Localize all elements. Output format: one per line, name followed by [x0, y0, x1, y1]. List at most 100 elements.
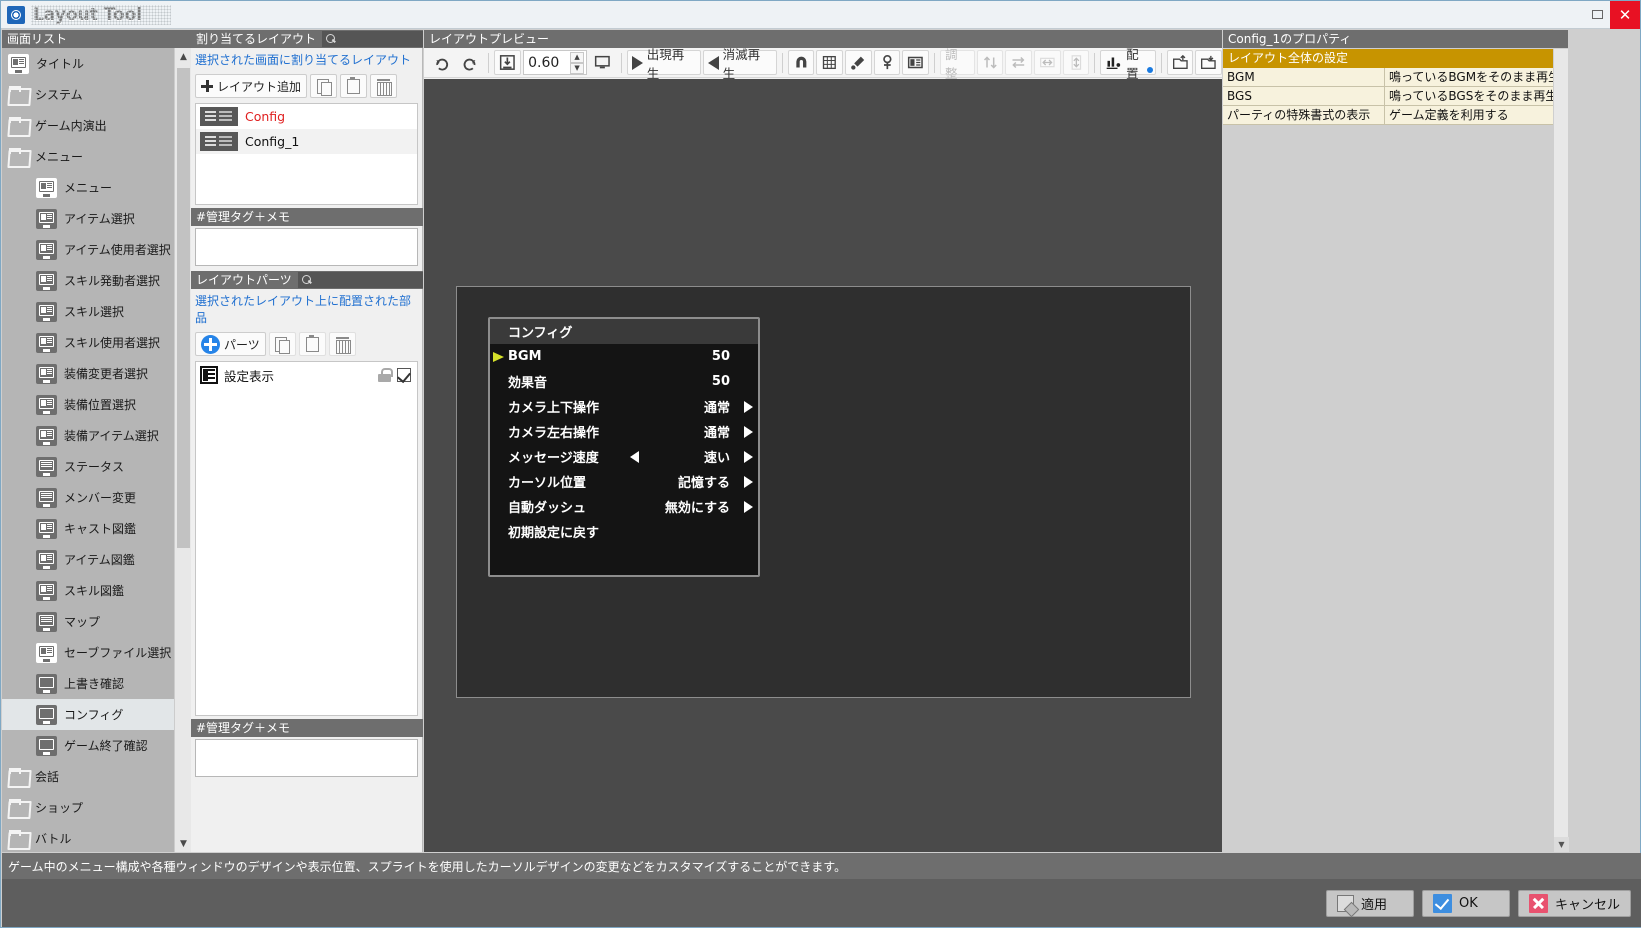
arrange-button[interactable]: 配置 [1100, 47, 1156, 81]
magnet-icon[interactable] [787, 50, 815, 75]
config-option-row[interactable]: カメラ上下操作 通常 [490, 394, 758, 419]
sidebar-item-9[interactable]: スキル使用者選択 [2, 327, 174, 358]
right-arrow-icon[interactable] [744, 475, 753, 488]
maximize-icon[interactable] [1584, 2, 1610, 28]
sidebar-item-1[interactable]: システム [2, 79, 174, 110]
sidebar-item-5[interactable]: アイテム選択 [2, 203, 174, 234]
sidebar-item-18[interactable]: マップ [2, 606, 174, 637]
fit-to-screen-icon[interactable] [494, 50, 522, 75]
properties-table[interactable]: BGM鳴っているBGMをそのまま再生するBGS鳴っているBGSをそのまま再生する… [1223, 68, 1553, 125]
sidebar-item-19[interactable]: セーブファイル選択 [2, 637, 174, 668]
chevron-down-icon[interactable]: ▼ [1554, 837, 1569, 852]
sidebar-item-3[interactable]: メニュー [2, 141, 174, 172]
chevron-up-icon[interactable]: ▲ [175, 48, 192, 65]
screen-list-scrollbar[interactable]: ▲ ▼ [174, 48, 192, 852]
sidebar-item-17[interactable]: スキル図鑑 [2, 575, 174, 606]
spin-down-icon[interactable]: ▼ [570, 62, 585, 74]
assign-layout-list[interactable]: Config Config_1 [195, 103, 418, 205]
config-option-row[interactable]: 自動ダッシュ 無効にする [490, 494, 758, 519]
checkbox-icon[interactable] [397, 368, 411, 382]
cancel-button[interactable]: キャンセル [1517, 889, 1631, 917]
add-part-button[interactable]: パーツ [195, 332, 266, 356]
pin-icon[interactable] [873, 50, 901, 75]
eyedropper-icon[interactable] [844, 50, 872, 75]
screen-list[interactable]: タイトル システム ゲーム内演出 メニュー メニュー アイテム選択 アイテム使用者選択 スキル… [2, 48, 174, 852]
sidebar-item-13[interactable]: ステータス [2, 451, 174, 482]
copy-layout-button[interactable] [310, 74, 338, 98]
appear-play-button[interactable]: 出現再生 [626, 47, 701, 81]
layout-parts-search-input[interactable] [297, 272, 423, 288]
sidebar-item-2[interactable]: ゲーム内演出 [2, 110, 174, 141]
import-image-icon[interactable] [1166, 50, 1194, 75]
preview-canvas[interactable]: コンフィグ BGM 50 効果音 50 カメラ上下操作 通常 カメラ左右操作 通常 メッセージ速… [424, 79, 1222, 852]
config-option-row[interactable]: カメラ左右操作 通常 [490, 419, 758, 444]
config-option-list[interactable]: BGM 50 効果音 50 カメラ上下操作 通常 カメラ左右操作 通常 メッセージ速度 速い カーソ… [490, 344, 758, 544]
close-icon[interactable]: ✕ [1610, 0, 1640, 29]
config-window[interactable]: コンフィグ BGM 50 効果音 50 カメラ上下操作 通常 カメラ左右操作 通常 メッセージ速… [488, 317, 760, 577]
property-row[interactable]: BGS鳴っているBGSをそのまま再生する [1223, 87, 1553, 106]
left-arrow-icon[interactable] [630, 450, 639, 463]
game-screen-area[interactable]: コンフィグ BGM 50 効果音 50 カメラ上下操作 通常 カメラ左右操作 通常 メッセージ速… [456, 286, 1191, 698]
paste-part-button[interactable] [298, 332, 326, 356]
delete-part-button[interactable] [328, 332, 356, 356]
sidebar-item-7[interactable]: スキル発動者選択 [2, 265, 174, 296]
sidebar-item-24[interactable]: ショップ [2, 792, 174, 823]
sidebar-item-25[interactable]: バトル [2, 823, 174, 852]
sidebar-item-8[interactable]: スキル選択 [2, 296, 174, 327]
layout-row[interactable]: Config_1 [196, 129, 417, 154]
apply-button[interactable]: 適用 [1325, 889, 1414, 917]
config-option-row[interactable]: カーソル位置 記憶する [490, 469, 758, 494]
grid-icon[interactable] [816, 50, 843, 75]
zoom-stepper[interactable]: ▲ ▼ [570, 51, 585, 74]
sidebar-item-14[interactable]: メンバー変更 [2, 482, 174, 513]
redo-icon[interactable] [428, 50, 455, 75]
property-row[interactable]: BGM鳴っているBGMをそのまま再生する [1223, 68, 1553, 87]
part-row[interactable]: 設定表示 [196, 362, 417, 388]
distribute-horizontal-icon[interactable] [1034, 50, 1061, 75]
sidebar-item-10[interactable]: 装備変更者選択 [2, 358, 174, 389]
config-option-row[interactable]: 効果音 50 [490, 369, 758, 394]
right-arrow-icon[interactable] [744, 500, 753, 513]
chevron-down-icon[interactable]: ▼ [175, 835, 192, 852]
sidebar-item-20[interactable]: 上書き確認 [2, 668, 174, 699]
layout-memo-input[interactable] [195, 228, 418, 266]
property-value[interactable]: 鳴っているBGSをそのまま再生する [1385, 87, 1553, 105]
parts-memo-input[interactable] [195, 739, 418, 777]
property-value[interactable]: ゲーム定義を利用する [1385, 106, 1553, 124]
lock-icon[interactable] [378, 368, 393, 382]
sidebar-item-23[interactable]: 会話 [2, 761, 174, 792]
zoom-input[interactable]: 0.60 ▲ ▼ [523, 50, 588, 75]
delete-layout-button[interactable] [370, 74, 398, 98]
property-row[interactable]: パーティの特殊書式の表示 ゲーム定義を利用する [1223, 106, 1553, 125]
add-layout-button[interactable]: レイアウト追加 [195, 74, 308, 98]
properties-scrollbar[interactable]: ▼ [1553, 49, 1569, 852]
sidebar-item-12[interactable]: 装備アイテム選択 [2, 420, 174, 451]
right-arrow-icon[interactable] [744, 450, 753, 463]
config-option-row[interactable]: BGM 50 [490, 344, 758, 369]
sidebar-item-22[interactable]: ゲーム終了確認 [2, 730, 174, 761]
align-vertical-icon[interactable] [976, 50, 1004, 75]
sidebar-item-11[interactable]: 装備位置選択 [2, 389, 174, 420]
sidebar-item-16[interactable]: アイテム図鑑 [2, 544, 174, 575]
assign-layout-search-input[interactable] [322, 31, 423, 47]
ok-button[interactable]: OK [1421, 889, 1510, 917]
right-arrow-icon[interactable] [744, 425, 753, 438]
sidebar-item-0[interactable]: タイトル [2, 48, 174, 79]
spin-up-icon[interactable]: ▲ [570, 51, 585, 63]
layout-row[interactable]: Config [196, 104, 417, 129]
copy-part-button[interactable] [268, 332, 296, 356]
config-option-row[interactable]: メッセージ速度 速い [490, 444, 758, 469]
config-option-row[interactable]: 初期設定に戻す [490, 519, 758, 544]
layout-parts-list[interactable]: 設定表示 [195, 361, 418, 716]
monitor-icon[interactable] [589, 50, 616, 75]
undo-icon[interactable] [457, 50, 484, 75]
paste-layout-button[interactable] [340, 74, 368, 98]
sidebar-item-6[interactable]: アイテム使用者選択 [2, 234, 174, 265]
export-image-icon[interactable] [1195, 50, 1222, 75]
right-arrow-icon[interactable] [744, 400, 753, 413]
distribute-vertical-icon[interactable] [1062, 50, 1090, 75]
sidebar-item-15[interactable]: キャスト図鑑 [2, 513, 174, 544]
swap-horizontal-icon[interactable] [1005, 50, 1032, 75]
layout-box-icon[interactable] [902, 50, 930, 75]
sidebar-item-21[interactable]: コンフィグ [2, 699, 174, 730]
